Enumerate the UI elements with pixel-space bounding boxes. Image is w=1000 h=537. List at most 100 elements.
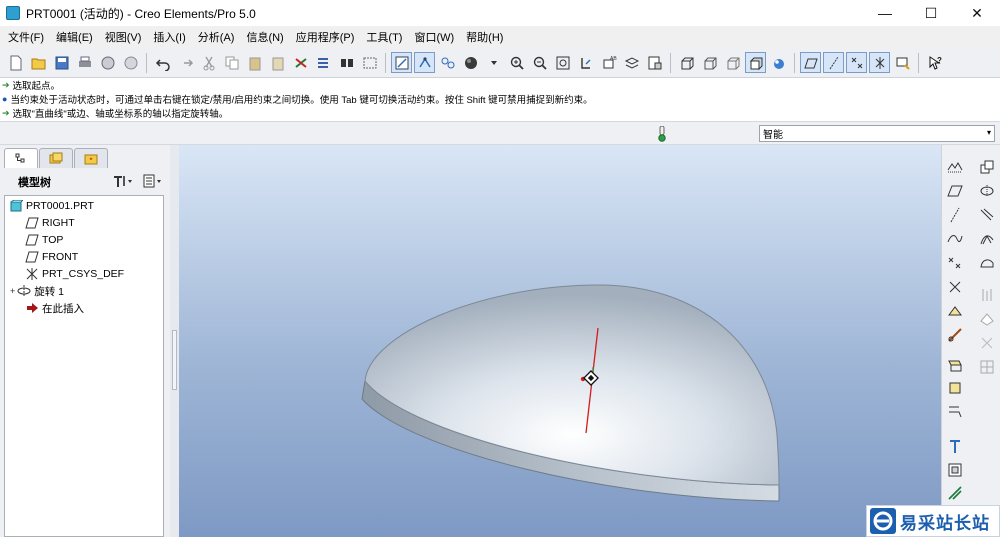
status-light-icon <box>658 126 666 142</box>
csys-tool-icon[interactable] <box>945 277 965 297</box>
hole-tool-icon[interactable] <box>945 437 965 457</box>
main-toolbar: AB ? <box>0 48 1000 78</box>
maximize-button[interactable]: ☐ <box>908 0 954 26</box>
cut-icon[interactable] <box>198 52 219 73</box>
menu-edit[interactable]: 编辑(E) <box>50 29 99 45</box>
boundary-blend-icon[interactable] <box>977 253 997 273</box>
datum-planes-toggle-icon[interactable] <box>800 52 821 73</box>
revolve-tool-icon[interactable] <box>945 378 965 398</box>
copy-icon[interactable] <box>221 52 242 73</box>
display-constraints-icon[interactable] <box>414 52 435 73</box>
tree-item-part[interactable]: PRT0001.PRT <box>9 198 94 214</box>
hidden-line-icon[interactable] <box>699 52 720 73</box>
tree-filters-icon[interactable] <box>142 173 164 189</box>
wireframe-icon[interactable] <box>676 52 697 73</box>
rib-tool-icon[interactable] <box>945 483 965 503</box>
menu-view[interactable]: 视图(V) <box>99 29 148 45</box>
redo-icon[interactable] <box>175 52 196 73</box>
copy-feature-icon[interactable] <box>977 157 997 177</box>
datum-plane-tool-icon[interactable] <box>945 157 965 177</box>
axis-tool-icon[interactable] <box>945 205 965 225</box>
layers-icon[interactable] <box>621 52 642 73</box>
point-tool-icon[interactable] <box>945 253 965 273</box>
zoom-in-icon[interactable] <box>506 52 527 73</box>
menu-analysis[interactable]: 分析(A) <box>192 29 241 45</box>
menu-applications[interactable]: 应用程序(P) <box>290 29 361 45</box>
tree-item-revolve[interactable]: + 旋转 1 <box>10 283 64 299</box>
datum-axes-toggle-icon[interactable] <box>823 52 844 73</box>
reorient-icon[interactable] <box>575 52 596 73</box>
minimize-button[interactable]: — <box>862 0 908 26</box>
draft-tool-icon[interactable] <box>977 285 997 305</box>
close-button[interactable]: ✕ <box>954 0 1000 26</box>
menu-window[interactable]: 窗口(W) <box>408 29 460 45</box>
chevron-down-icon: ▾ <box>986 128 991 137</box>
menu-tools[interactable]: 工具(T) <box>360 29 408 45</box>
tree-item-datum-right[interactable]: RIGHT <box>25 215 75 231</box>
tree-item-insert-here[interactable]: 在此插入 <box>25 300 84 316</box>
regen-manager-icon[interactable] <box>313 52 334 73</box>
menu-info[interactable]: 信息(N) <box>240 29 289 45</box>
tree-item-csys[interactable]: PRT_CSYS_DEF <box>25 266 124 282</box>
open-folder-icon[interactable] <box>28 52 49 73</box>
menu-insert[interactable]: 插入(I) <box>147 29 191 45</box>
annotation-toggle-icon[interactable] <box>892 52 913 73</box>
revolve-feature-icon[interactable] <box>977 181 997 201</box>
tab-folder-browser[interactable] <box>39 148 73 168</box>
menu-help[interactable]: 帮助(H) <box>460 29 509 45</box>
sketch-view-icon[interactable] <box>391 52 412 73</box>
model-viewport[interactable] <box>179 145 941 537</box>
sweep-tool-icon[interactable] <box>945 401 965 421</box>
toolbar-separator <box>918 52 919 73</box>
round-tool-icon[interactable] <box>977 309 997 329</box>
enhanced-realism-icon[interactable] <box>768 52 789 73</box>
chamfer-tool-icon[interactable] <box>977 333 997 353</box>
analysis-tool-icon[interactable] <box>945 301 965 321</box>
tree-item-datum-top[interactable]: TOP <box>25 232 63 248</box>
regenerate-icon[interactable] <box>290 52 311 73</box>
display-vertices-icon[interactable] <box>437 52 458 73</box>
saved-views-icon[interactable]: AB <box>598 52 619 73</box>
undo-icon[interactable] <box>152 52 173 73</box>
extrude-tool-icon[interactable] <box>945 355 965 375</box>
sketch-tool-icon[interactable] <box>945 325 965 345</box>
settings-tools-icon[interactable] <box>112 173 134 189</box>
plane-tool-icon[interactable] <box>945 181 965 201</box>
print-icon[interactable] <box>74 52 95 73</box>
save-icon[interactable] <box>51 52 72 73</box>
blend-tool-icon[interactable] <box>977 229 997 249</box>
chevron-down-icon[interactable] <box>483 52 504 73</box>
variable-sweep-icon[interactable] <box>977 205 997 225</box>
send-link-icon[interactable] <box>120 52 141 73</box>
graphics-window[interactable] <box>179 145 941 537</box>
new-file-icon[interactable] <box>5 52 26 73</box>
toolbar-separator <box>670 52 671 73</box>
zoom-out-icon[interactable] <box>529 52 550 73</box>
send-mail-icon[interactable] <box>97 52 118 73</box>
find-icon[interactable] <box>336 52 357 73</box>
shell-tool-icon[interactable] <box>945 460 965 480</box>
selection-box-icon[interactable] <box>359 52 380 73</box>
tab-model-tree[interactable] <box>4 148 38 168</box>
pattern-tool-icon[interactable] <box>977 357 997 377</box>
selection-filter-dropdown[interactable]: 智能 ▾ <box>759 125 995 142</box>
menu-file[interactable]: 文件(F) <box>2 29 50 45</box>
tree-item-datum-front[interactable]: FRONT <box>25 249 78 265</box>
splitter-grip[interactable] <box>172 330 177 390</box>
shaded-icon[interactable] <box>745 52 766 73</box>
app-icon <box>6 6 20 20</box>
shading-sphere-icon[interactable] <box>460 52 481 73</box>
curve-tool-icon[interactable] <box>945 229 965 249</box>
datum-points-toggle-icon[interactable] <box>846 52 867 73</box>
no-hidden-icon[interactable] <box>722 52 743 73</box>
csys-toggle-icon[interactable] <box>869 52 890 73</box>
refit-icon[interactable] <box>552 52 573 73</box>
view-manager-icon[interactable] <box>644 52 665 73</box>
datum-plane-icon <box>25 251 39 263</box>
tab-favorites[interactable] <box>74 148 108 168</box>
paste-special-icon[interactable] <box>267 52 288 73</box>
paste-icon[interactable] <box>244 52 265 73</box>
panel-splitter[interactable] <box>170 145 179 537</box>
context-help-icon[interactable]: ? <box>924 52 945 73</box>
expand-toggle-icon[interactable]: + <box>10 286 15 296</box>
